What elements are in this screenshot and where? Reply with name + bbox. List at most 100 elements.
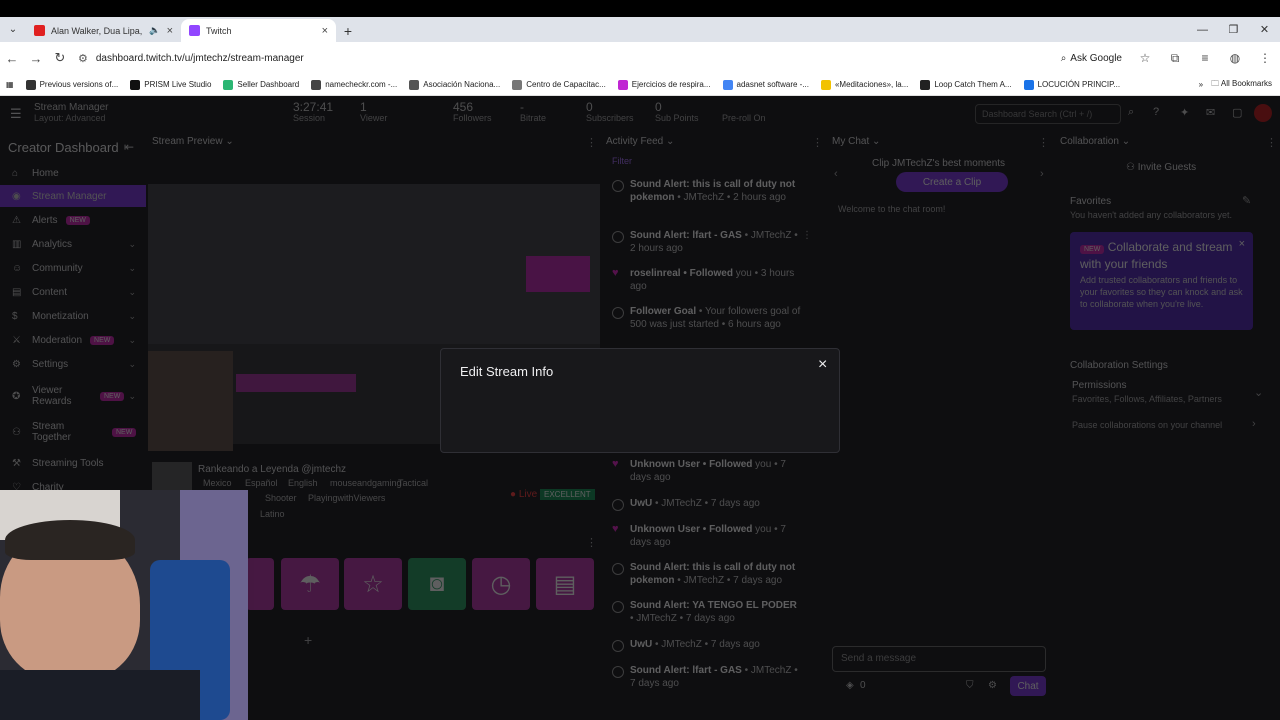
sidebar-item-stream-manager[interactable]: ◉ Stream Manager — [0, 185, 146, 207]
channel-points-icon[interactable]: ◈ — [846, 680, 854, 691]
dashboard-search-input[interactable]: Dashboard Search (Ctrl + /) — [975, 104, 1121, 124]
activity-feed-header[interactable]: Activity Feed ⌄ — [606, 136, 674, 147]
bookmark-item[interactable]: PRISM Live Studio — [124, 79, 217, 90]
stream-tag[interactable]: Shooter — [265, 493, 297, 503]
activity-item[interactable]: Sound Alert: lfart - GAS • JMTechZ • 2 h… — [612, 229, 812, 255]
bookmark-item[interactable]: Seller Dashboard — [217, 79, 305, 90]
ask-google-button[interactable]: ⌕ Ask Google — [1053, 53, 1130, 64]
all-bookmarks[interactable]: 🗀 All Bookmarks — [1211, 78, 1272, 92]
stream-tag[interactable]: Mexico — [203, 478, 232, 488]
forward-icon[interactable]: → — [24, 51, 48, 66]
quick-action-layout-button[interactable]: ▤ — [536, 558, 594, 610]
back-icon[interactable]: ← — [0, 51, 24, 66]
inbox-icon[interactable]: ✉ — [1206, 106, 1215, 119]
sidebar-item-community[interactable]: ☺ Community ⌄ — [0, 257, 146, 279]
browser-menu-icon[interactable]: ⋮ — [1250, 51, 1280, 65]
stream-tag[interactable]: Tactical — [398, 478, 428, 488]
close-window-icon[interactable]: ✕ — [1249, 23, 1280, 36]
site-info-icon[interactable]: ⚙ — [78, 52, 88, 65]
bookmark-star-icon[interactable]: ☆ — [1130, 51, 1160, 65]
reload-icon[interactable]: ↻ — [48, 50, 72, 66]
sidebar-item-alerts[interactable]: ⚠ Alerts NEW — [0, 209, 146, 231]
activity-item[interactable]: ♥ Unknown User • Followed you • 7 days ag… — [612, 458, 802, 484]
sidebar-item-home[interactable]: ⌂ Home — [0, 162, 146, 184]
restore-icon[interactable]: ❐ — [1218, 23, 1249, 36]
activity-item[interactable]: Sound Alert: lfart - GAS • JMTechZ • 7 d… — [612, 664, 802, 690]
sidebar-item-streaming-tools[interactable]: ⚒ Streaming Tools — [0, 452, 146, 474]
activity-item[interactable]: UwU • JMTechZ • 7 days ago — [612, 497, 802, 511]
invite-guests-button[interactable]: ⚇ Invite Guests — [1126, 162, 1196, 173]
bookmark-item[interactable]: Centro de Capacitac... — [506, 79, 612, 90]
bookmark-item[interactable]: adasnet software -... — [717, 79, 815, 90]
quick-action-star-button[interactable]: ☆ — [344, 558, 402, 610]
bookmark-item[interactable]: «Meditaciones», la... — [815, 79, 914, 90]
chevron-right-icon[interactable]: › — [1252, 418, 1256, 430]
sidebar-item-viewer-rewards[interactable]: ✪ Viewer Rewards NEW ⌄ — [0, 382, 146, 410]
stream-tag[interactable]: mouseandgaming — [330, 478, 402, 488]
quick-action-ads-button[interactable]: ☂ — [281, 558, 339, 610]
close-icon[interactable]: × — [818, 357, 827, 373]
chevron-down-icon[interactable]: ⌄ — [1254, 386, 1263, 399]
activity-item[interactable]: UwU • JMTechZ • 7 days ago — [612, 638, 802, 652]
search-icon[interactable]: ⌕ — [1128, 106, 1134, 119]
close-tab-icon[interactable]: × — [167, 25, 173, 37]
stream-manager-title[interactable]: Stream Manager Layout: Advanced — [34, 102, 108, 124]
edit-icon[interactable]: ✎ — [1242, 194, 1251, 207]
activity-item[interactable]: ♥ roselinreal • Followed you • 3 hours ag… — [612, 267, 802, 293]
sidebar-item-analytics[interactable]: ▥ Analytics ⌄ — [0, 233, 146, 255]
filter-link[interactable]: Filter — [612, 156, 632, 166]
sidebar-item-stream-together[interactable]: ⚇ Stream Together NEW — [0, 418, 146, 446]
quick-action-camera-button[interactable]: ◙ — [408, 558, 466, 610]
new-tab-button[interactable]: + — [336, 19, 360, 42]
stream-tag[interactable]: Español — [245, 478, 278, 488]
bookmark-item[interactable]: Ejercicios de respira... — [612, 79, 717, 90]
activity-item[interactable]: Follower Goal • Your followers goal of 5… — [612, 305, 802, 331]
extensions-icon[interactable]: ⧉ — [1160, 51, 1190, 66]
menu-icon[interactable]: ☰ — [10, 106, 22, 122]
stream-tag[interactable]: English — [288, 478, 318, 488]
user-avatar[interactable] — [1254, 104, 1272, 122]
tab-twitch[interactable]: Twitch × — [181, 19, 336, 42]
quick-action-timer-button[interactable]: ◷ — [472, 558, 530, 610]
chevron-left-icon[interactable]: ‹ — [834, 168, 838, 180]
media-icon[interactable]: ≡ — [1190, 51, 1220, 65]
activity-item[interactable]: Sound Alert: YA TENGO EL PODER • JMTechZ… — [612, 599, 802, 625]
sidebar-item-content[interactable]: ▤ Content ⌄ — [0, 281, 146, 303]
bookmark-item[interactable]: Loop Catch Them A... — [914, 79, 1017, 90]
collapse-sidebar-icon[interactable]: ⇤ — [124, 140, 134, 154]
bookmark-item[interactable]: Asociación Naciona... — [403, 79, 506, 90]
stream-tag[interactable]: Latino — [260, 509, 285, 519]
bookmark-item[interactable]: Previous versions of... — [20, 79, 125, 90]
sparkle-icon[interactable]: ✦ — [1180, 106, 1189, 119]
panel-menu-icon[interactable]: ⋮ — [812, 136, 823, 149]
notifications-icon[interactable]: ▢ — [1232, 106, 1242, 119]
tab-youtube[interactable]: Alan Walker, Dua Lipa, Colo 🔈 × — [26, 19, 181, 42]
close-tab-icon[interactable]: × — [322, 25, 328, 37]
chat-header[interactable]: My Chat ⌄ — [832, 136, 880, 147]
sidebar-item-moderation[interactable]: ⚔ Moderation NEW ⌄ — [0, 329, 146, 351]
chat-settings-icon[interactable]: ⚙ — [988, 680, 997, 691]
stream-thumbnail[interactable] — [152, 462, 192, 490]
add-quick-action-icon[interactable]: + — [304, 632, 312, 648]
collaboration-header[interactable]: Collaboration ⌄ — [1060, 136, 1130, 147]
more-bookmarks-icon[interactable]: » — [1199, 80, 1203, 89]
speaker-icon[interactable]: 🔈 — [149, 25, 160, 36]
panel-menu-icon[interactable]: ⋮ — [1266, 136, 1277, 149]
sidebar-item-settings[interactable]: ⚙ Settings ⌄ — [0, 353, 146, 375]
chat-input[interactable]: Send a message — [832, 646, 1046, 672]
stat-preroll[interactable]: Pre-roll On — [722, 113, 766, 123]
stream-title[interactable]: Rankeando a Leyenda @jmtechz — [198, 464, 346, 475]
bookmark-item[interactable]: namecheckr.com -... — [305, 79, 403, 90]
bookmark-item[interactable]: LOCUCIÓN PRINCIP... — [1018, 79, 1127, 90]
activity-item[interactable]: Sound Alert: this is call of duty not po… — [612, 178, 802, 204]
tab-search-menu[interactable]: ⌄ — [0, 17, 26, 42]
panel-menu-icon[interactable]: ⋮ — [1038, 136, 1049, 149]
panel-menu-icon[interactable]: ⋮ — [586, 136, 597, 149]
shield-icon[interactable]: ⛉ — [966, 680, 974, 691]
activity-item[interactable]: ♥ Unknown User • Followed you • 7 days ag… — [612, 523, 802, 549]
quick-actions-menu-icon[interactable]: ⋮ — [586, 536, 597, 549]
quick-action-button[interactable] — [246, 558, 274, 610]
url-field[interactable]: ⚙ dashboard.twitch.tv/u/jmtechz/stream-m… — [78, 46, 1053, 70]
sidebar-item-monetization[interactable]: $ Monetization ⌄ — [0, 305, 146, 327]
help-icon[interactable]: ? — [1153, 106, 1159, 118]
